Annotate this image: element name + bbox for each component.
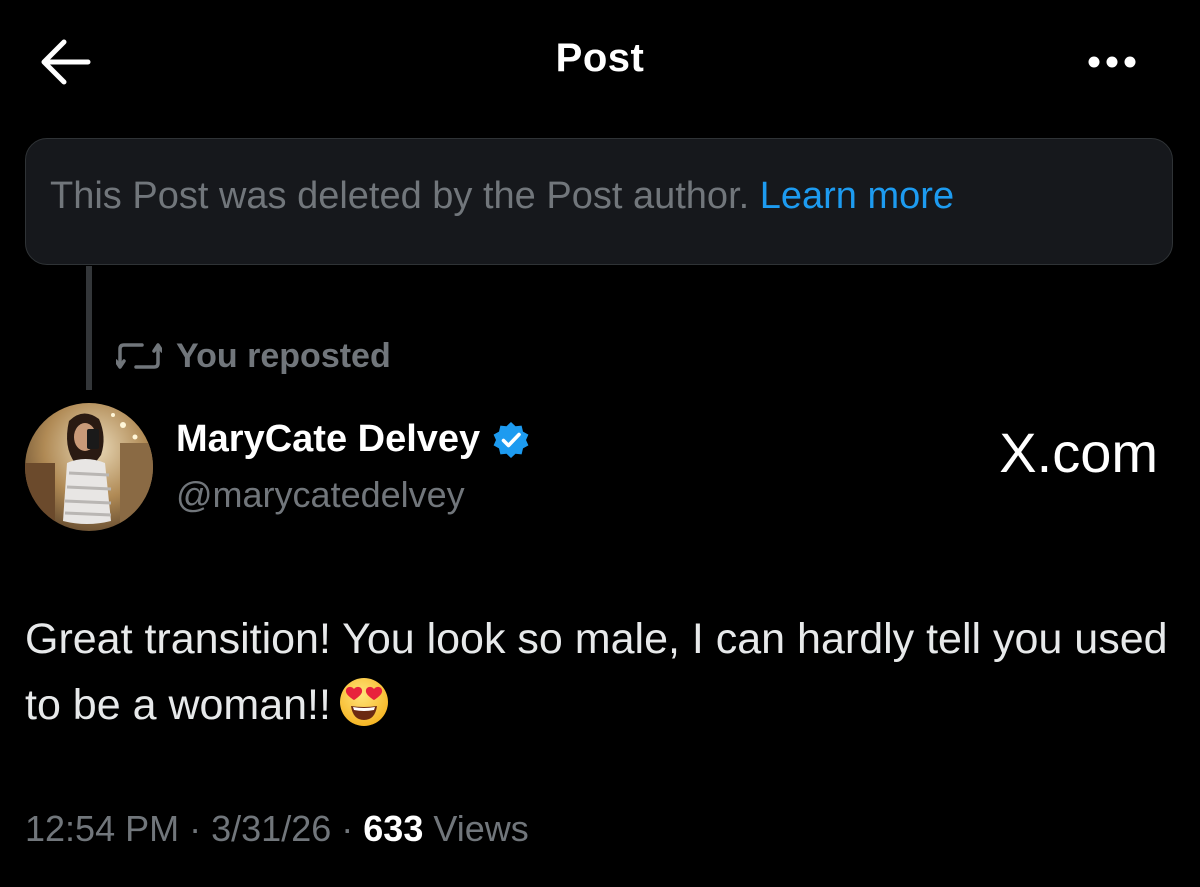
verified-badge-icon bbox=[493, 421, 529, 458]
top-bar: Post bbox=[0, 0, 1200, 120]
meta-separator-2: · bbox=[341, 808, 354, 849]
avatar-photo bbox=[25, 403, 153, 531]
views-label: Views bbox=[433, 808, 529, 849]
deleted-post-notice: This Post was deleted by the Post author… bbox=[25, 138, 1173, 265]
deleted-notice-message: This Post was deleted by the Post author… bbox=[50, 175, 750, 217]
learn-more-link[interactable]: Learn more bbox=[760, 175, 954, 217]
post-body-text: Great transition! You look so male, I ca… bbox=[25, 615, 1168, 729]
avatar[interactable] bbox=[25, 403, 153, 531]
post-text: Great transition! You look so male, I ca… bbox=[25, 606, 1175, 738]
post-date: 3/31/26 bbox=[211, 808, 332, 849]
meta-separator-1: · bbox=[189, 808, 202, 849]
views-count[interactable]: 633 bbox=[363, 808, 423, 849]
post-meta: 12:54 PM · 3/31/26 · 633 Views bbox=[25, 808, 529, 850]
repost-indicator: You reposted bbox=[116, 334, 391, 378]
repost-icon bbox=[116, 343, 162, 369]
repost-label: You reposted bbox=[176, 336, 391, 375]
author-name-row: MaryCate Delvey bbox=[176, 418, 530, 461]
author-handle[interactable]: @marycatedelvey bbox=[176, 474, 465, 516]
more-horizontal-icon bbox=[1088, 56, 1136, 68]
page-title: Post bbox=[555, 36, 645, 80]
thread-connector-line bbox=[86, 266, 92, 390]
heart-eyes-emoji-icon bbox=[339, 677, 388, 726]
post-time: 12:54 PM bbox=[25, 808, 180, 849]
author-name[interactable]: MaryCate Delvey bbox=[176, 418, 480, 461]
watermark-label: X.com bbox=[999, 421, 1158, 484]
more-options-button[interactable] bbox=[1082, 44, 1142, 80]
deleted-notice-text: This Post was deleted by the Post author… bbox=[50, 175, 954, 218]
